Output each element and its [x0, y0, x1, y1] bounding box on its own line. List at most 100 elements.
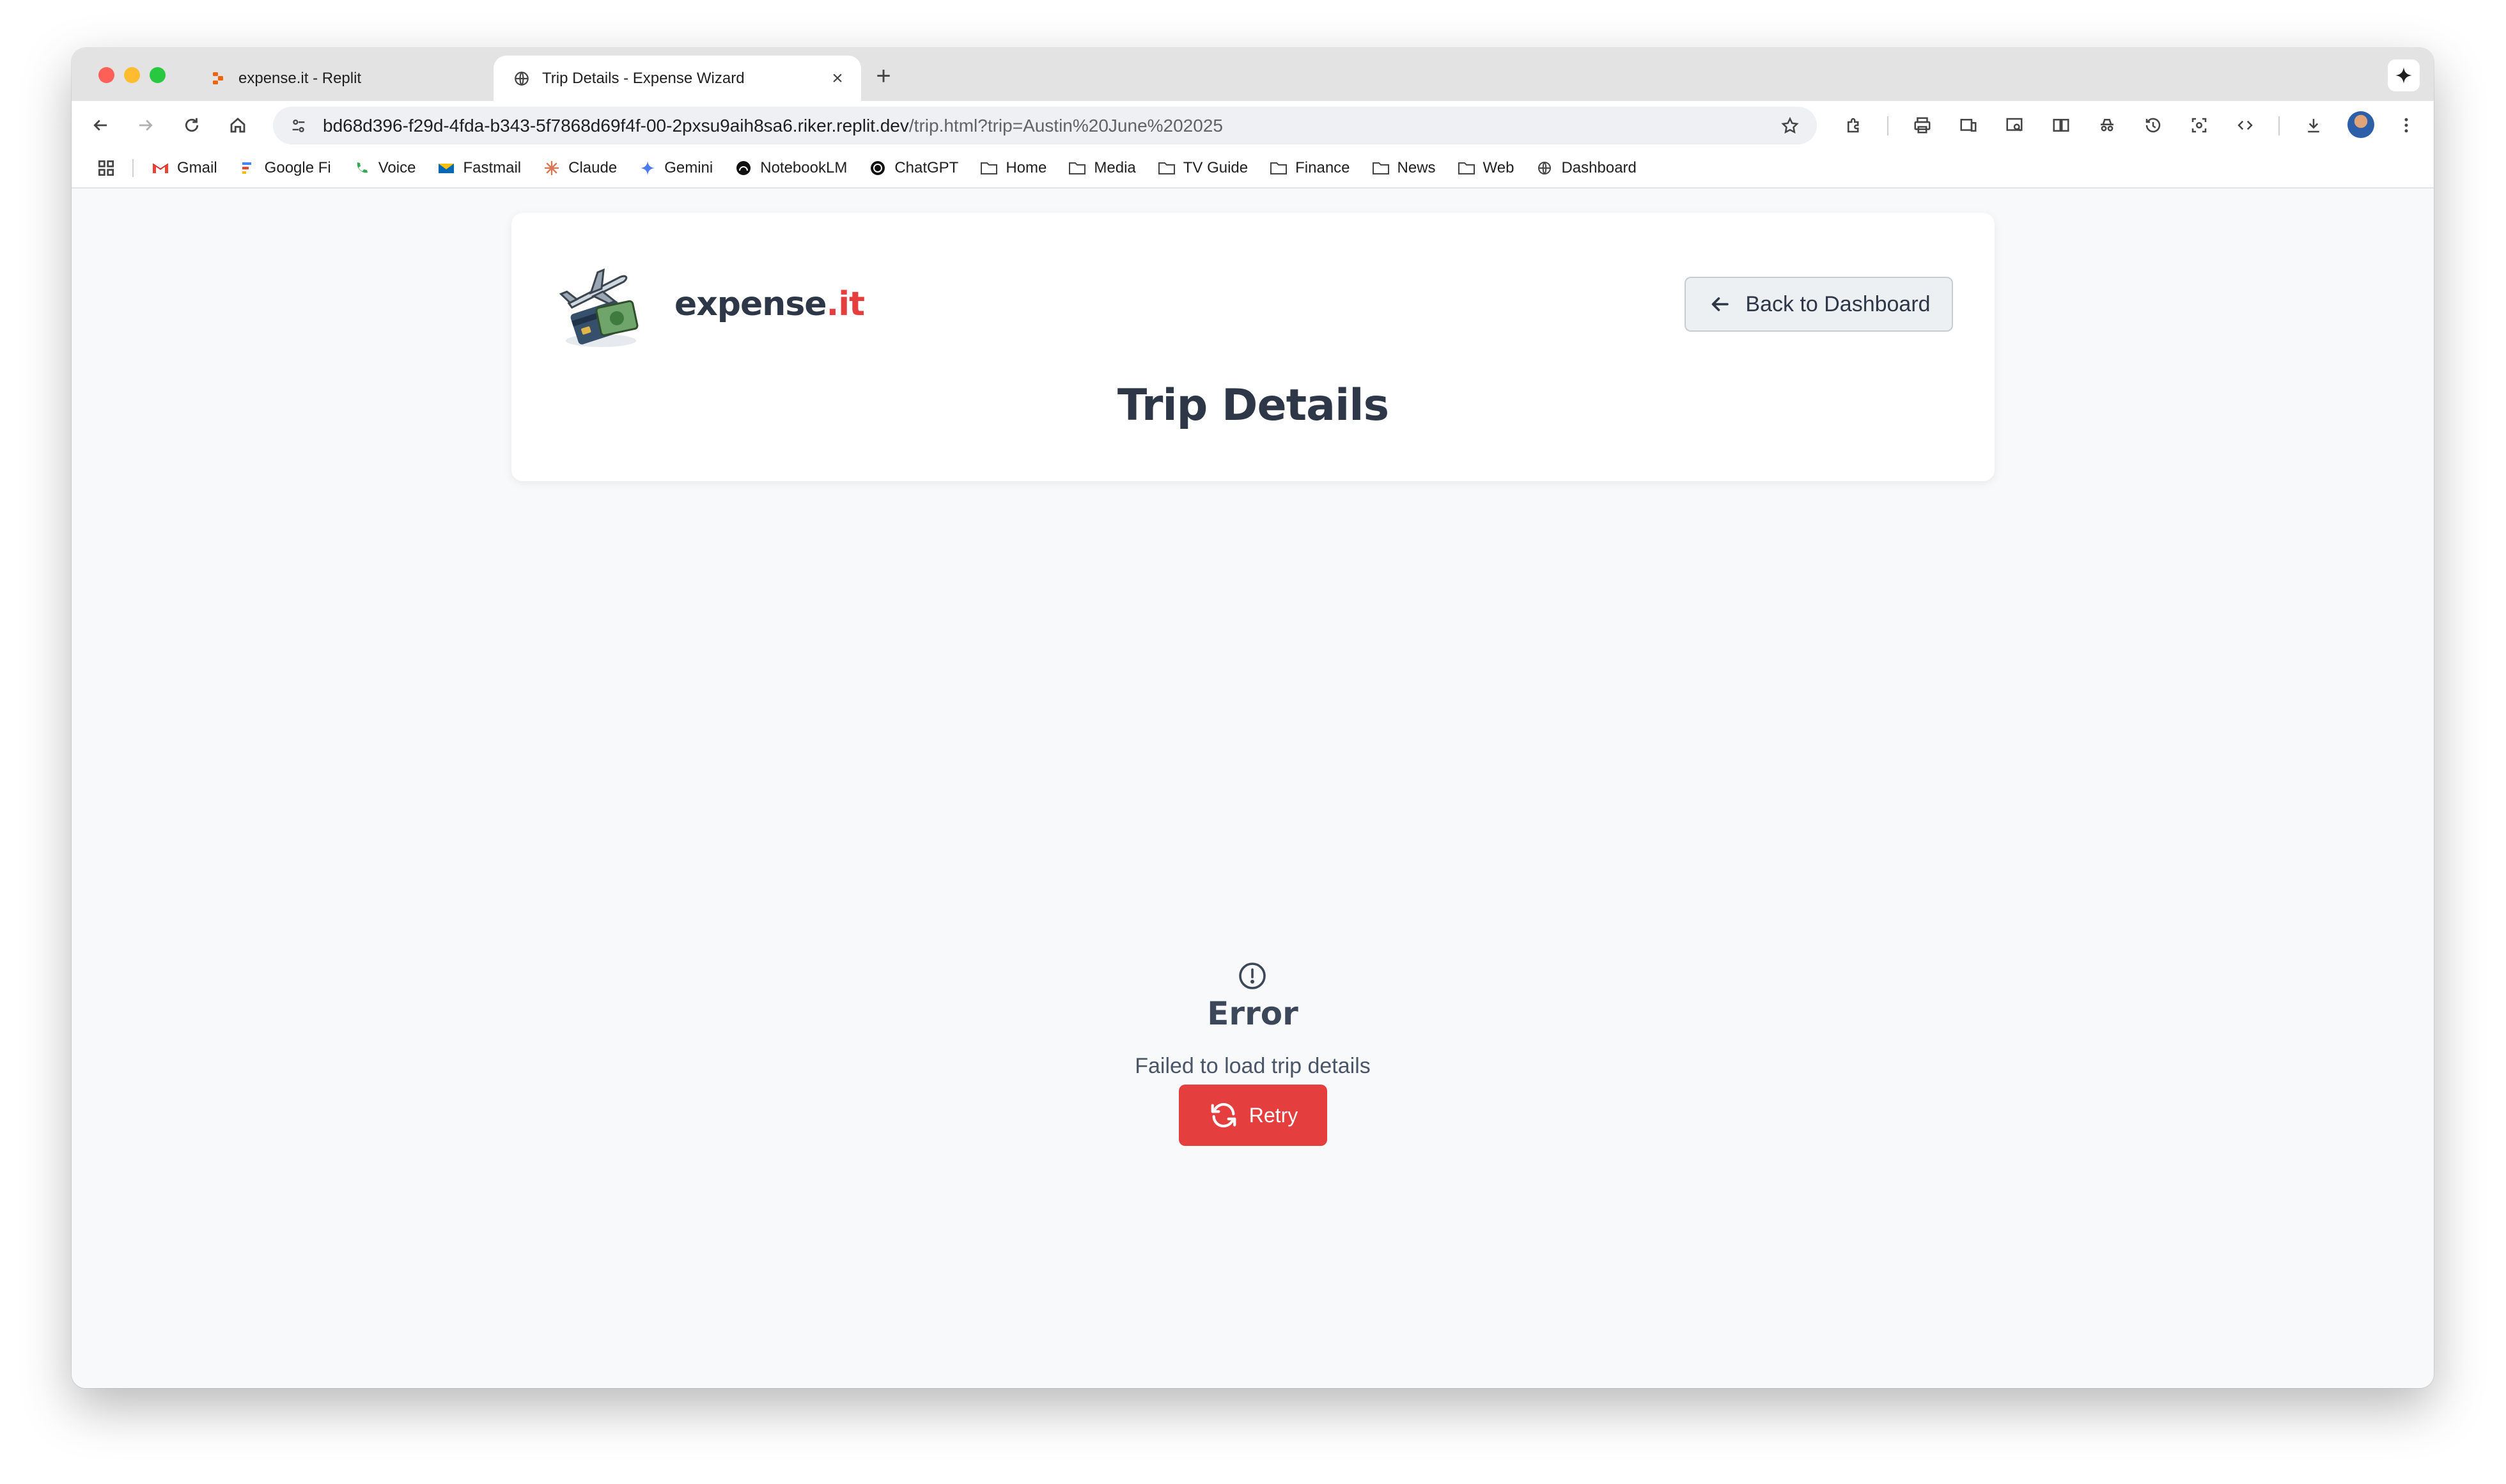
- page-title: Trip Details: [1117, 380, 1389, 431]
- bookmark-label: TV Guide: [1183, 159, 1249, 176]
- url-host: bd68d396-f29d-4fda-b343-5f7868d69f4f-00-…: [323, 115, 909, 135]
- tab-title: Trip Details - Expense Wizard: [542, 69, 745, 87]
- brand-logo-text[interactable]: expense.it: [674, 285, 865, 323]
- bookmark-item[interactable]: Fastmail: [437, 159, 521, 177]
- gemini-sparkle-icon[interactable]: [2388, 59, 2420, 91]
- tab-title: expense.it - Replit: [238, 69, 362, 87]
- bookmark-item[interactable]: Gemini: [639, 159, 713, 177]
- folder-icon: [980, 159, 998, 177]
- home-icon[interactable]: [225, 112, 251, 138]
- address-bar[interactable]: bd68d396-f29d-4fda-b343-5f7868d69f4f-00-…: [273, 107, 1817, 144]
- bookmark-item[interactable]: Finance: [1270, 159, 1350, 177]
- plane-and-cards-logo[interactable]: [553, 261, 649, 357]
- folder-icon: [1068, 159, 1086, 177]
- folder-icon: [1270, 159, 1288, 177]
- folder-icon: [1158, 159, 1176, 177]
- back-arrow-icon[interactable]: [88, 112, 113, 138]
- menu-dots-icon[interactable]: [2393, 112, 2419, 138]
- lens-icon[interactable]: [2186, 112, 2212, 138]
- site-info-icon[interactable]: [286, 113, 311, 139]
- header-card: expense.it Back to Dashboard Trip Detail…: [511, 213, 1995, 481]
- brand-main: expense: [674, 285, 827, 323]
- back-to-dashboard-button[interactable]: Back to Dashboard: [1685, 277, 1953, 332]
- error-heading: Error: [1207, 995, 1298, 1032]
- incognito-icon[interactable]: [2094, 112, 2120, 138]
- bookmark-item[interactable]: Gmail: [152, 159, 217, 177]
- bookmark-item[interactable]: Dashboard: [1536, 159, 1637, 177]
- claude-icon: [543, 159, 561, 177]
- bookmark-item[interactable]: Home: [980, 159, 1047, 177]
- bookmark-label: Finance: [1295, 159, 1350, 176]
- bookmark-label: ChatGPT: [894, 159, 959, 176]
- notebooklm-icon: [735, 159, 752, 177]
- tab-trip-details[interactable]: Trip Details - Expense Wizard ×: [494, 56, 861, 101]
- bookmark-item[interactable]: News: [1372, 159, 1436, 177]
- reading-mode-icon[interactable]: [2048, 112, 2074, 138]
- bookmark-star-icon[interactable]: [1777, 113, 1803, 139]
- print-icon[interactable]: [1910, 112, 1935, 138]
- extensions-puzzle-icon[interactable]: [1841, 112, 1867, 138]
- folder-icon: [1372, 159, 1390, 177]
- fastmail-icon: [437, 159, 455, 177]
- bookmark-label: Media: [1094, 159, 1136, 176]
- page-search-icon[interactable]: [2002, 112, 2027, 138]
- device-icon[interactable]: [1956, 112, 1981, 138]
- close-window-button[interactable]: [98, 67, 114, 83]
- close-tab-icon[interactable]: ×: [828, 68, 847, 89]
- bookmark-label: Fastmail: [463, 159, 522, 176]
- reload-icon[interactable]: [179, 112, 205, 138]
- bookmark-label: Home: [1006, 159, 1047, 176]
- bookmark-item[interactable]: ChatGPT: [869, 159, 958, 177]
- code-icon[interactable]: [2232, 112, 2258, 138]
- url-text: bd68d396-f29d-4fda-b343-5f7868d69f4f-00-…: [323, 116, 1777, 136]
- toolbar-divider: [1887, 116, 1888, 135]
- retry-button[interactable]: Retry: [1179, 1085, 1327, 1146]
- gemini-icon: [639, 159, 657, 177]
- minimize-window-button[interactable]: [124, 67, 140, 83]
- brand-accent: .it: [826, 285, 865, 323]
- forward-arrow-icon[interactable]: [133, 112, 159, 138]
- toolbar-divider: [2278, 116, 2280, 135]
- voice-icon: [353, 159, 371, 177]
- refresh-icon: [1208, 1100, 1239, 1131]
- retry-label: Retry: [1249, 1103, 1298, 1127]
- bookmark-item[interactable]: Web: [1458, 159, 1514, 177]
- bookmark-item[interactable]: Voice: [353, 159, 416, 177]
- bookmark-label: Dashboard: [1561, 159, 1637, 176]
- bookmarks-divider: [132, 159, 134, 177]
- bookmark-item[interactable]: Google Fi: [239, 159, 331, 177]
- new-tab-button[interactable]: +: [871, 63, 896, 89]
- profile-avatar[interactable]: [2347, 111, 2374, 138]
- globe-icon: [513, 70, 531, 88]
- maximize-window-button[interactable]: [150, 67, 166, 83]
- bookmark-item[interactable]: NotebookLM: [735, 159, 847, 177]
- alert-circle-icon: [1237, 961, 1268, 991]
- bookmarks-list: Gmail Google Fi Voice Fastmail Claude Gemini N…: [152, 149, 1658, 187]
- bookmark-label: Gmail: [177, 159, 217, 176]
- bookmark-label: NotebookLM: [760, 159, 848, 176]
- bookmark-item[interactable]: Claude: [543, 159, 617, 177]
- bookmark-item[interactable]: TV Guide: [1158, 159, 1248, 177]
- back-button-label: Back to Dashboard: [1745, 291, 1931, 316]
- globe-icon: [1536, 159, 1553, 177]
- bookmarks-bar: Gmail Google Fi Voice Fastmail Claude Gemini N…: [72, 149, 2434, 189]
- apps-grid-icon[interactable]: [96, 158, 116, 178]
- browser-toolbar: bd68d396-f29d-4fda-b343-5f7868d69f4f-00-…: [72, 101, 2434, 149]
- bookmark-label: Voice: [378, 159, 416, 176]
- google-fi-icon: [239, 159, 257, 177]
- page-content: expense.it Back to Dashboard Trip Detail…: [72, 189, 2434, 1388]
- history-icon[interactable]: [2140, 112, 2166, 138]
- chatgpt-icon: [869, 159, 887, 177]
- folder-icon: [1458, 159, 1475, 177]
- bookmark-item[interactable]: Media: [1068, 159, 1136, 177]
- download-icon[interactable]: [2301, 112, 2326, 138]
- bookmark-label: News: [1397, 159, 1436, 176]
- bookmark-label: Claude: [568, 159, 618, 176]
- gmail-icon: [152, 159, 169, 177]
- bookmark-label: Gemini: [664, 159, 713, 176]
- tab-strip: expense.it - Replit × Trip Details - Exp…: [72, 48, 2434, 101]
- arrow-left-icon: [1707, 291, 1732, 317]
- url-path: /trip.html?trip=Austin%20June%202025: [908, 115, 1223, 135]
- browser-window: expense.it - Replit × Trip Details - Exp…: [72, 48, 2434, 1388]
- bookmark-label: Google Fi: [264, 159, 331, 176]
